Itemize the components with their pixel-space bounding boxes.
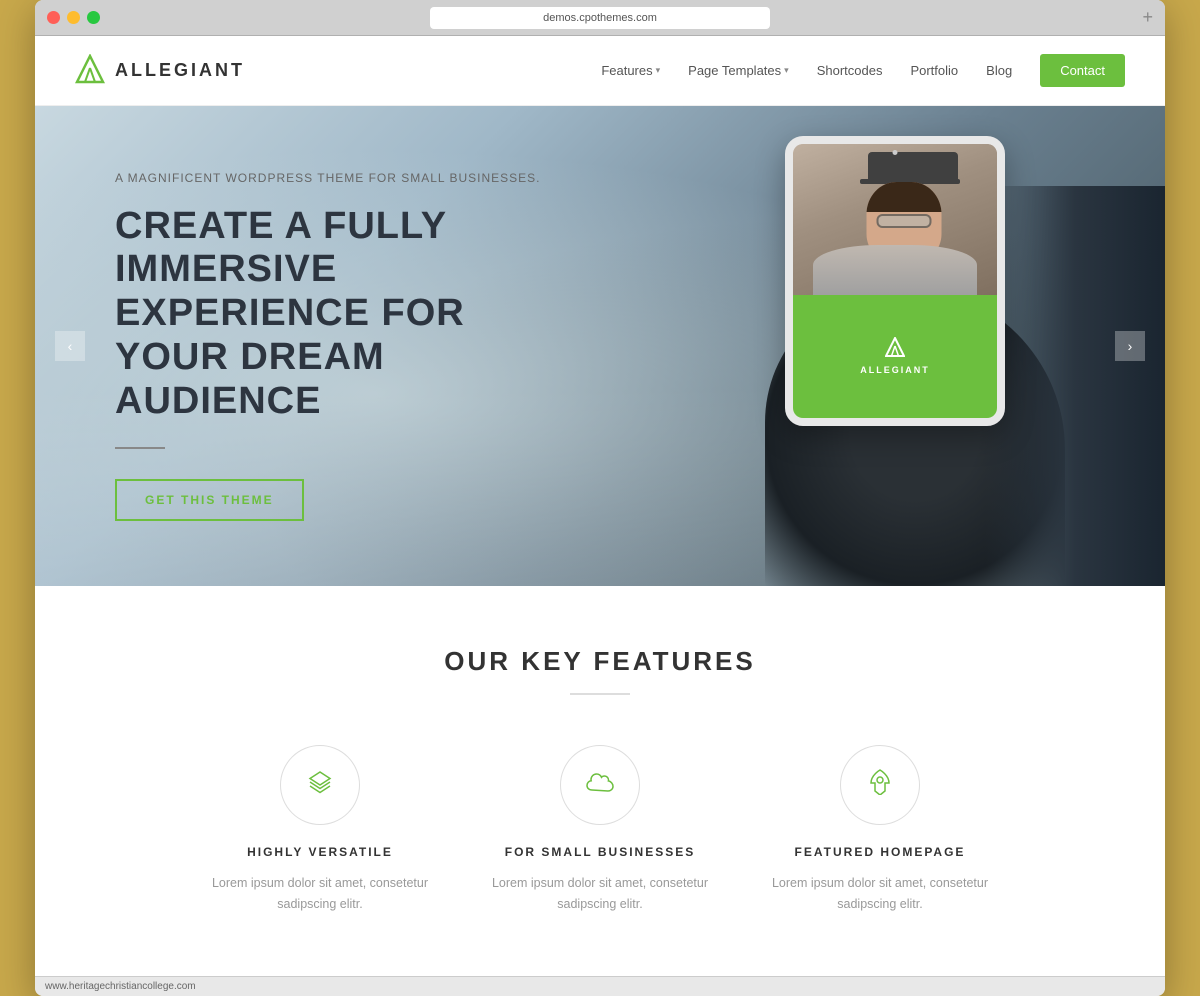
layers-icon — [308, 770, 332, 800]
tablet-screen-top — [793, 144, 997, 295]
minimize-button[interactable] — [67, 11, 80, 24]
bottom-url: www.heritagechristiancollege.com — [45, 981, 196, 992]
tablet-mockup: ALLEGIANT — [785, 136, 1005, 426]
cloud-icon — [586, 772, 614, 798]
feature-name-3: FEATURED HOMEPAGE — [770, 845, 990, 859]
nav-shortcodes[interactable]: Shortcodes — [817, 63, 883, 78]
hero-rocks2 — [985, 186, 1165, 586]
nav-page-templates[interactable]: Page Templates ▾ — [688, 63, 789, 78]
close-button[interactable] — [47, 11, 60, 24]
hero-content: A MAGNIFICENT WORDPRESS THEME FOR SMALL … — [35, 171, 585, 521]
chevron-left-icon: ‹ — [68, 338, 73, 354]
browser-window: demos.cpothemes.com + ALLEGIANT Features… — [35, 0, 1165, 996]
nav-portfolio[interactable]: Portfolio — [910, 63, 958, 78]
browser-bottom-bar: www.heritagechristiancollege.com — [35, 976, 1165, 996]
browser-titlebar: demos.cpothemes.com + — [35, 0, 1165, 36]
logo-icon — [75, 54, 105, 88]
feature-desc-1: Lorem ipsum dolor sit amet, consetetur s… — [210, 873, 430, 916]
feature-desc-3: Lorem ipsum dolor sit amet, consetetur s… — [770, 873, 990, 916]
feature-item-versatile: HIGHLY VERSATILE Lorem ipsum dolor sit a… — [210, 745, 430, 916]
url-text: demos.cpothemes.com — [543, 12, 657, 24]
feature-desc-2: Lorem ipsum dolor sit amet, consetetur s… — [490, 873, 710, 916]
nav-blog[interactable]: Blog — [986, 63, 1012, 78]
tablet-screen-bottom: ALLEGIANT — [793, 295, 997, 418]
feature-icon-circle-1 — [280, 745, 360, 825]
site-logo: ALLEGIANT — [75, 54, 245, 88]
hero-prev-arrow[interactable]: ‹ — [55, 331, 85, 361]
tablet-logo-icon — [885, 337, 905, 359]
chevron-down-icon: ▾ — [784, 65, 789, 76]
hero-title: CREATE A FULLY IMMERSIVE EXPERIENCE FOR … — [115, 205, 585, 423]
logo-text: ALLEGIANT — [115, 60, 245, 81]
rocket-icon — [869, 769, 891, 801]
feature-item-homepage: FEATURED HOMEPAGE Lorem ipsum dolor sit … — [770, 745, 990, 916]
chevron-down-icon: ▾ — [656, 65, 661, 76]
tablet-logo-text: ALLEGIANT — [860, 365, 930, 375]
contact-button[interactable]: Contact — [1040, 54, 1125, 87]
site-navigation: ALLEGIANT Features ▾ Page Templates ▾ Sh… — [35, 36, 1165, 106]
hero-next-arrow[interactable]: › — [1115, 331, 1145, 361]
hero-subtitle: A MAGNIFICENT WORDPRESS THEME FOR SMALL … — [115, 171, 585, 185]
hero-divider — [115, 447, 165, 449]
features-divider — [570, 693, 630, 695]
hero-cta-button[interactable]: GET THIS THEME — [115, 479, 304, 521]
tablet-camera — [893, 150, 898, 155]
feature-icon-circle-3 — [840, 745, 920, 825]
nav-links: Features ▾ Page Templates ▾ Shortcodes P… — [601, 54, 1125, 87]
maximize-button[interactable] — [87, 11, 100, 24]
feature-icon-circle-2 — [560, 745, 640, 825]
browser-buttons — [47, 11, 100, 24]
feature-item-business: FOR SMALL BUSINESSES Lorem ipsum dolor s… — [490, 745, 710, 916]
address-bar[interactable]: demos.cpothemes.com — [430, 7, 770, 29]
features-title: OUR KEY FEATURES — [75, 646, 1125, 677]
feature-name-2: FOR SMALL BUSINESSES — [490, 845, 710, 859]
nav-features[interactable]: Features ▾ — [601, 63, 660, 78]
new-tab-button[interactable]: + — [1142, 7, 1153, 28]
browser-content: ALLEGIANT Features ▾ Page Templates ▾ Sh… — [35, 36, 1165, 976]
chevron-right-icon: › — [1128, 338, 1133, 354]
features-section: OUR KEY FEATURES — [35, 586, 1165, 976]
hero-section: ‹ A MAGNIFICENT WORDPRESS THEME FOR SMAL… — [35, 106, 1165, 586]
tablet-device: ALLEGIANT — [785, 136, 1005, 426]
feature-name-1: HIGHLY VERSATILE — [210, 845, 430, 859]
features-grid: HIGHLY VERSATILE Lorem ipsum dolor sit a… — [75, 745, 1125, 916]
tablet-screen: ALLEGIANT — [793, 144, 997, 418]
